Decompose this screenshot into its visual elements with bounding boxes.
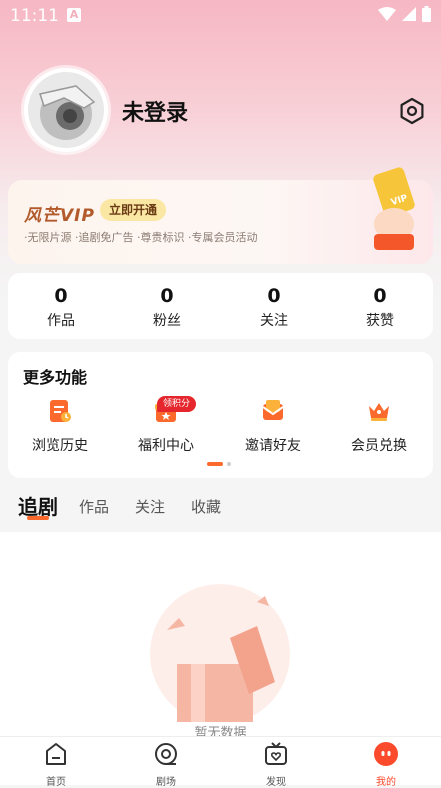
- bottom-navigation: 首页 剧场 发现 我的: [0, 736, 441, 788]
- stat-fans[interactable]: 0 粉丝: [127, 285, 207, 330]
- stat-value: 0: [54, 285, 68, 307]
- avatar[interactable]: [24, 68, 108, 152]
- notification-a-icon: A: [67, 8, 81, 22]
- stat-value: 0: [373, 285, 387, 307]
- nav-theater[interactable]: 剧场: [126, 741, 206, 788]
- nav-home[interactable]: 首页: [16, 741, 96, 788]
- tab-active-indicator: [27, 516, 49, 520]
- stat-works[interactable]: 0 作品: [21, 285, 101, 330]
- battery-icon: [422, 6, 431, 22]
- empty-state-text: 暂无数据: [194, 726, 247, 736]
- username[interactable]: 未登录: [122, 95, 188, 127]
- stat-value: 0: [160, 285, 174, 307]
- nav-label: 剧场: [156, 777, 176, 788]
- func-label: 会员兑换: [351, 438, 407, 454]
- page-dot-active: [207, 462, 223, 466]
- tab-works[interactable]: 作品: [79, 496, 109, 517]
- history-icon: [50, 400, 71, 422]
- nav-profile[interactable]: 我的: [346, 741, 426, 788]
- func-invite-friends[interactable]: 邀请好友: [233, 398, 313, 455]
- stat-label: 关注: [260, 313, 288, 329]
- empty-box-icon: [150, 584, 290, 722]
- stat-label: 作品: [47, 313, 75, 329]
- theater-icon: [155, 743, 177, 765]
- tab-following[interactable]: 关注: [135, 496, 165, 517]
- func-member-exchange[interactable]: 会员兑换: [339, 398, 419, 455]
- stat-value: 0: [267, 285, 281, 307]
- func-label: 邀请好友: [245, 438, 301, 454]
- home-icon: [46, 743, 66, 765]
- func-label: 浏览历史: [32, 438, 88, 454]
- profile-stats: 0 作品 0 粉丝 0 关注 0 获赞: [8, 273, 433, 339]
- tab-favorites[interactable]: 收藏: [191, 496, 221, 517]
- func-browse-history[interactable]: 浏览历史: [20, 398, 100, 455]
- nav-label: 我的: [376, 777, 396, 788]
- status-icons: [378, 6, 431, 22]
- default-avatar-icon: [28, 72, 104, 148]
- tab-content: 暂无数据: [0, 532, 441, 736]
- nav-label: 发现: [266, 777, 286, 788]
- signal-icon: [402, 7, 416, 21]
- status-bar: 11:11 A: [0, 0, 441, 32]
- more-functions-title: 更多功能: [23, 368, 88, 387]
- content-tabs: 追剧 作品 关注 收藏: [0, 486, 441, 530]
- vip-description: ·无限片源 ·追剧免广告 ·尊贵标识 ·专属会员活动: [24, 231, 258, 244]
- vip-card[interactable]: 风芒VIP 立即开通 ·无限片源 ·追剧免广告 ·尊贵标识 ·专属会员活动 VI…: [8, 167, 433, 264]
- nav-discover[interactable]: 发现: [236, 741, 316, 788]
- profile-icon: [374, 742, 398, 766]
- func-label: 福利中心: [138, 438, 194, 454]
- wifi-icon: [378, 7, 396, 21]
- stat-label: 粉丝: [153, 313, 181, 329]
- status-time: 11:11: [10, 6, 59, 26]
- page-dot: [227, 462, 231, 466]
- nav-label: 首页: [46, 777, 66, 788]
- crown-icon: [369, 403, 389, 421]
- points-badge: 领积分: [157, 396, 197, 412]
- discover-icon: [265, 742, 287, 765]
- stat-label: 获赞: [366, 313, 394, 329]
- more-functions-card: 更多功能 浏览历史 福利中心 邀请好友 会员兑换 领积分: [8, 352, 433, 478]
- vip-logo: 风芒VIP: [24, 206, 95, 226]
- vip-card-hand-icon: VIP: [373, 167, 415, 250]
- stat-following[interactable]: 0 关注: [234, 285, 314, 330]
- invite-icon: [262, 400, 284, 420]
- settings-icon[interactable]: [398, 97, 426, 125]
- page-indicator: [207, 462, 231, 466]
- vip-open-button[interactable]: 立即开通: [100, 199, 166, 221]
- stat-likes[interactable]: 0 获赞: [340, 285, 420, 330]
